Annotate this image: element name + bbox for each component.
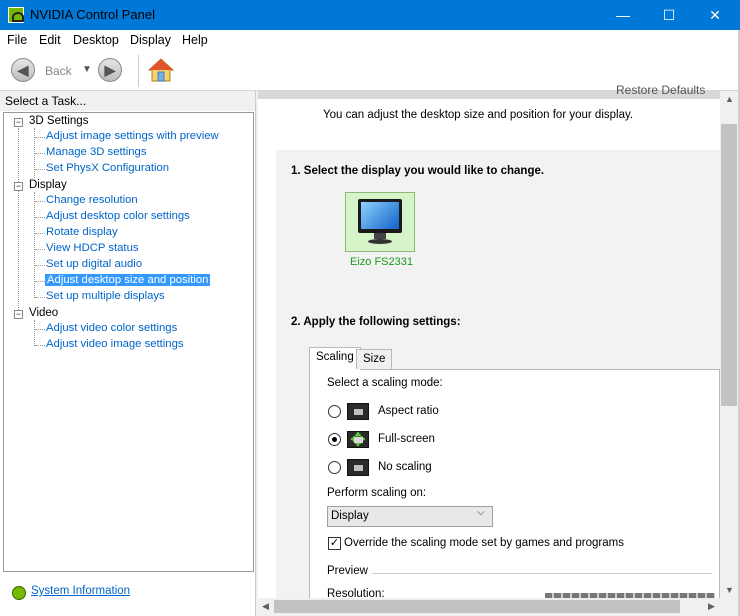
scrollbar-corner <box>720 598 738 616</box>
maximize-button[interactable]: ☐ <box>646 0 692 30</box>
history-dropdown-icon[interactable]: ▼ <box>82 64 92 75</box>
tree-item-digital-audio[interactable]: Set up digital audio <box>46 258 142 270</box>
tree-item-video-color[interactable]: Adjust video color settings <box>46 322 177 334</box>
horizontal-scroll-thumb[interactable] <box>274 600 680 613</box>
tree-item-desktop-color[interactable]: Adjust desktop color settings <box>46 210 190 222</box>
tree-item-desktop-size-position[interactable]: Adjust desktop size and position <box>45 274 211 286</box>
expand-collapse-icon[interactable]: − <box>14 310 23 319</box>
step1-heading: 1. Select the display you would like to … <box>291 165 545 177</box>
scroll-up-icon[interactable]: ▲ <box>725 94 734 104</box>
menu-edit[interactable]: Edit <box>39 33 61 47</box>
tree-category-3d-settings[interactable]: 3D Settings <box>29 115 88 127</box>
perform-scaling-label: Perform scaling on: <box>327 487 427 499</box>
monitor-screen <box>361 202 399 229</box>
no-scaling-icon <box>347 459 369 476</box>
tree-item-adjust-image-settings[interactable]: Adjust image settings with preview <box>46 130 219 142</box>
back-arrow-icon[interactable]: ◀ <box>11 58 35 82</box>
home-icon[interactable] <box>148 57 174 83</box>
tree-item-rotate-display[interactable]: Rotate display <box>46 226 118 238</box>
full-screen-label[interactable]: Full-screen <box>378 433 435 445</box>
aspect-ratio-icon <box>347 403 369 420</box>
forward-arrow-icon[interactable]: ▶ <box>98 58 122 82</box>
scroll-right-icon[interactable]: ▶ <box>708 601 715 612</box>
full-screen-icon <box>347 429 369 452</box>
close-button[interactable]: ✕ <box>692 0 738 30</box>
expand-collapse-icon[interactable]: − <box>14 182 23 191</box>
task-panel-header: Select a Task... <box>0 91 255 111</box>
scroll-down-icon[interactable]: ▼ <box>725 585 734 595</box>
preview-divider <box>372 573 712 574</box>
menu-help[interactable]: Help <box>182 33 208 47</box>
aspect-ratio-label[interactable]: Aspect ratio <box>378 405 439 417</box>
restore-defaults-link[interactable]: Restore Defaults <box>616 83 705 97</box>
tree-item-physx-configuration[interactable]: Set PhysX Configuration <box>46 162 169 174</box>
no-scaling-label[interactable]: No scaling <box>378 461 432 473</box>
tree-item-hdcp-status[interactable]: View HDCP status <box>46 242 139 254</box>
system-information-link[interactable]: System Information <box>31 585 130 597</box>
window-title: NVIDIA Control Panel <box>30 7 156 22</box>
display-name[interactable]: Eizo FS2331 <box>350 256 413 268</box>
preview-heading: Preview <box>327 565 368 577</box>
tree-item-video-image[interactable]: Adjust video image settings <box>46 338 184 350</box>
tab-size[interactable]: Size <box>356 349 393 369</box>
menu-file[interactable]: File <box>7 33 27 47</box>
override-checkbox[interactable]: ✓ <box>328 537 341 550</box>
minimize-button[interactable]: — <box>600 0 646 30</box>
toolbar-separator <box>138 55 139 87</box>
page-description: You can adjust the desktop size and posi… <box>323 109 634 121</box>
system-info-icon[interactable] <box>12 586 26 600</box>
menu-desktop[interactable]: Desktop <box>73 33 119 47</box>
radio-no-scaling[interactable] <box>328 461 341 474</box>
perform-scaling-select[interactable]: Display <box>327 506 493 527</box>
monitor-base <box>368 239 392 244</box>
tab-scaling[interactable]: Scaling <box>309 347 361 370</box>
tree-item-manage-3d-settings[interactable]: Manage 3D settings <box>46 146 146 158</box>
override-label[interactable]: Override the scaling mode set by games a… <box>344 537 624 549</box>
scroll-left-icon[interactable]: ◀ <box>262 601 269 612</box>
scaling-mode-label: Select a scaling mode: <box>327 377 443 389</box>
tree-category-display[interactable]: Display <box>29 179 67 191</box>
tree-item-multiple-displays[interactable]: Set up multiple displays <box>46 290 165 302</box>
back-label[interactable]: Back <box>45 64 72 78</box>
tree-category-video[interactable]: Video <box>29 307 58 319</box>
chevron-down-icon[interactable]: ⌵ <box>477 507 485 518</box>
radio-aspect-ratio[interactable] <box>328 405 341 418</box>
radio-full-screen[interactable] <box>328 433 341 446</box>
step2-heading: 2. Apply the following settings: <box>291 316 461 328</box>
menu-display[interactable]: Display <box>130 33 171 47</box>
tree-item-change-resolution[interactable]: Change resolution <box>46 194 138 206</box>
task-tree: − 3D Settings Adjust image settings with… <box>3 112 254 572</box>
nvidia-app-icon <box>8 7 24 23</box>
menu-bar: File Edit Desktop Display Help <box>0 30 740 50</box>
expand-collapse-icon[interactable]: − <box>14 118 23 127</box>
vertical-scroll-thumb[interactable] <box>721 124 737 406</box>
